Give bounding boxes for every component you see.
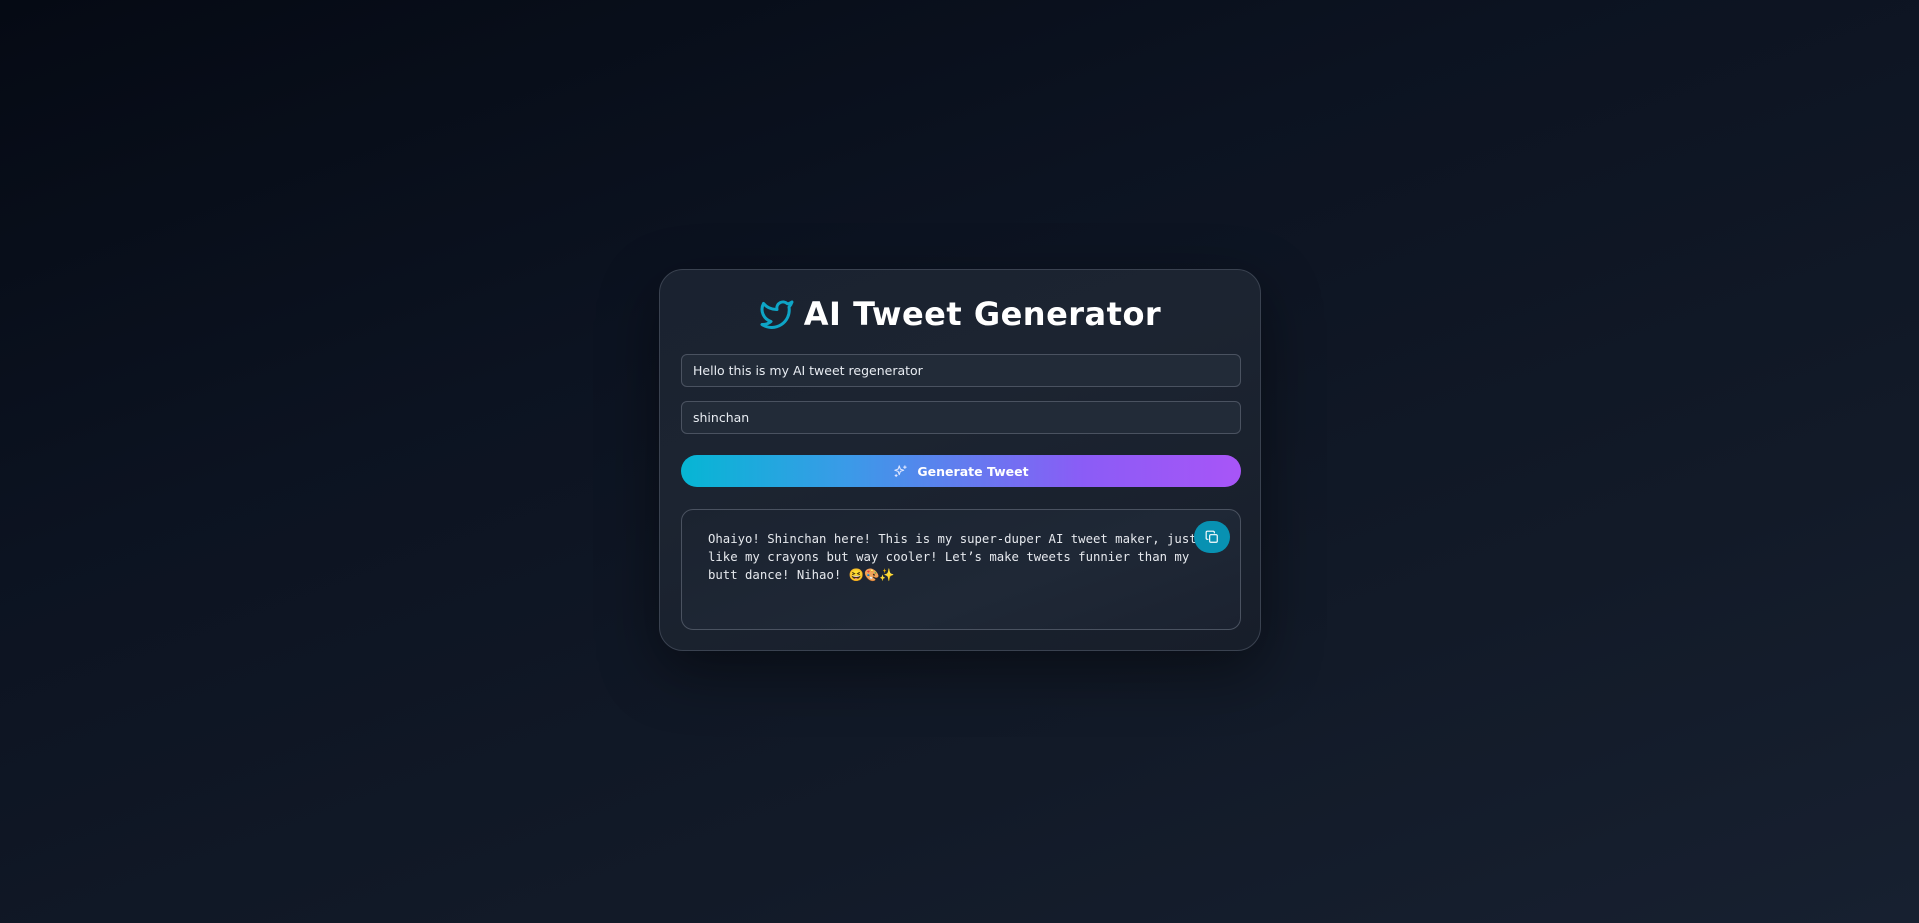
tweet-topic-input[interactable] — [681, 354, 1241, 387]
twitter-bird-icon — [759, 296, 795, 332]
tweet-generator-card: AI Tweet Generator Generate Tweet Ohaiyo… — [659, 269, 1261, 651]
header: AI Tweet Generator — [660, 292, 1260, 336]
copy-button[interactable] — [1194, 521, 1230, 553]
generate-tweet-button[interactable]: Generate Tweet — [681, 455, 1241, 487]
generate-tweet-label: Generate Tweet — [917, 463, 1029, 479]
persona-input[interactable] — [681, 401, 1241, 434]
generated-tweet-output: Ohaiyo! Shinchan here! This is my super-… — [681, 509, 1241, 630]
copy-icon — [1205, 530, 1219, 544]
generated-tweet-text: Ohaiyo! Shinchan here! This is my super-… — [708, 532, 1197, 582]
sparkles-icon — [893, 464, 908, 479]
page-title: AI Tweet Generator — [803, 295, 1162, 333]
